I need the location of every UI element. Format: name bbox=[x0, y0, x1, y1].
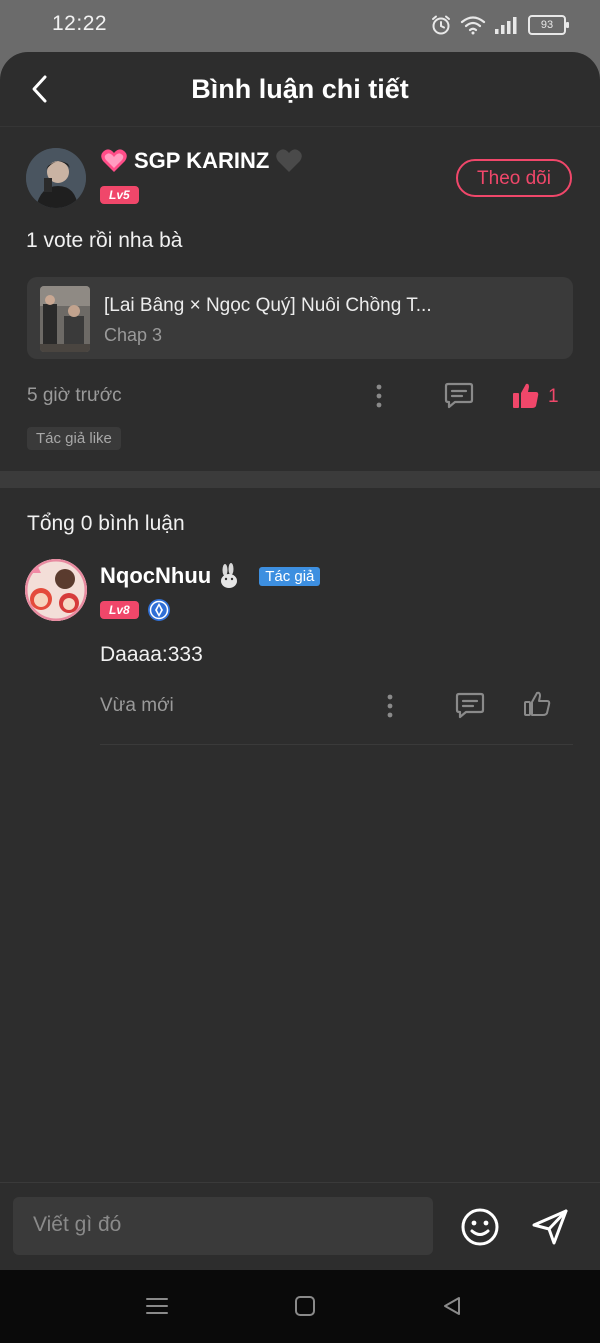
home-button[interactable] bbox=[293, 1294, 317, 1318]
comment-icon bbox=[455, 692, 485, 719]
reply-username[interactable]: NqocNhuu bbox=[100, 563, 211, 589]
comment-detail-sheet: Bình luận chi tiết SGP KARINZ Lv5 Theo d… bbox=[0, 52, 600, 1270]
diamond-badge-icon bbox=[147, 599, 170, 621]
comment-input-bar: Viết gì đó bbox=[0, 1182, 600, 1270]
page-title: Bình luận chi tiết bbox=[191, 74, 409, 104]
reply-button[interactable] bbox=[442, 378, 476, 412]
reply-level-badge: Lv8 bbox=[100, 601, 139, 619]
triangle-back-icon bbox=[444, 1297, 460, 1315]
comment-input-placeholder: Viết gì đó bbox=[33, 1213, 122, 1236]
battery-indicator: 93 bbox=[528, 15, 569, 35]
reply-avatar[interactable] bbox=[25, 559, 87, 621]
reply-time: Vừa mới bbox=[100, 695, 174, 716]
thumbs-up-filled-icon bbox=[513, 383, 539, 408]
chapter-thumbnail bbox=[40, 286, 90, 352]
comment-icon bbox=[444, 382, 474, 409]
alarm-icon bbox=[432, 15, 450, 35]
more-vertical-icon bbox=[376, 384, 382, 408]
like-button[interactable] bbox=[510, 380, 542, 412]
square-icon bbox=[295, 1296, 315, 1316]
pink-heart-icon bbox=[101, 149, 127, 172]
author-liked-tag: Tác giả like bbox=[27, 427, 121, 450]
reply-divider bbox=[100, 744, 573, 745]
status-icons: 93 bbox=[430, 14, 569, 36]
back-nav-button[interactable] bbox=[440, 1294, 464, 1318]
emoji-button[interactable] bbox=[459, 1206, 501, 1248]
more-options-button[interactable] bbox=[366, 380, 392, 412]
reply-name-row: NqocNhuu Tác giả bbox=[100, 563, 321, 589]
comment-text: 1 vote rồi nha bà bbox=[26, 229, 183, 252]
header: Bình luận chi tiết bbox=[0, 52, 600, 127]
chapter-number: Chap 3 bbox=[104, 325, 163, 345]
like-count: 1 bbox=[548, 386, 559, 407]
reply-badges: Lv8 bbox=[100, 598, 171, 622]
username[interactable]: SGP KARINZ bbox=[134, 148, 269, 174]
smiley-icon bbox=[461, 1208, 499, 1246]
follow-button[interactable]: Theo dõi bbox=[456, 159, 572, 197]
send-icon bbox=[532, 1209, 568, 1245]
thumbs-up-outline-icon bbox=[524, 691, 551, 716]
section-divider bbox=[0, 471, 600, 488]
author-badge: Tác giả bbox=[259, 566, 321, 586]
menu-icon bbox=[146, 1298, 168, 1314]
level-badge: Lv5 bbox=[100, 186, 139, 204]
avatar[interactable] bbox=[26, 148, 86, 208]
reply-avatar-image bbox=[25, 559, 87, 621]
recent-apps-button[interactable] bbox=[144, 1294, 170, 1318]
comment-input[interactable]: Viết gì đó bbox=[13, 1197, 433, 1255]
send-button[interactable] bbox=[528, 1206, 572, 1248]
rabbit-icon bbox=[221, 563, 238, 588]
wifi-icon bbox=[460, 16, 486, 35]
system-nav-bar bbox=[0, 1270, 600, 1343]
reply-more-options-button[interactable] bbox=[377, 690, 403, 722]
comment-time: 5 giờ trước bbox=[27, 385, 122, 406]
more-vertical-icon bbox=[387, 694, 393, 718]
chapter-card[interactable]: [Lai Bâng × Ngọc Quý] Nuôi Chồng T... Ch… bbox=[27, 277, 573, 359]
status-bar: 12:22 93 bbox=[0, 0, 600, 52]
username-row: SGP KARINZ bbox=[100, 148, 303, 174]
signal-icon bbox=[495, 17, 517, 34]
avatar-image bbox=[26, 148, 86, 208]
replies-count: Tổng 0 bình luận bbox=[27, 512, 185, 535]
black-heart-icon bbox=[276, 149, 303, 172]
chapter-title: [Lai Bâng × Ngọc Quý] Nuôi Chồng T... bbox=[104, 295, 432, 316]
reply-text: Daaaa:333 bbox=[100, 643, 203, 666]
reply-like-button[interactable] bbox=[521, 688, 553, 720]
reply-reply-button[interactable] bbox=[453, 688, 487, 722]
status-time: 12:22 bbox=[52, 12, 108, 35]
